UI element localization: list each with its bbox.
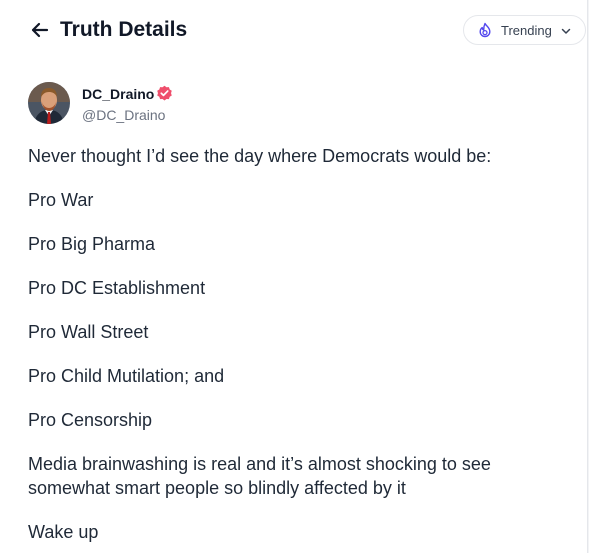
arrow-left-icon: [31, 22, 49, 38]
post-author: DC_Draino @DC_Draino: [28, 82, 328, 126]
post-paragraph: Never thought I’d see the day where Demo…: [28, 146, 492, 166]
author-display-name[interactable]: DC_Draino: [82, 86, 154, 102]
post-paragraph: Pro War: [28, 190, 94, 210]
post-paragraph: Pro DC Establishment: [28, 278, 206, 298]
post-paragraph: Pro Censorship: [28, 410, 153, 430]
post-paragraph: Pro Child Mutilation; and: [28, 366, 225, 386]
verified-badge-icon: [157, 85, 172, 101]
trending-label: Trending: [501, 23, 552, 38]
page-header: Truth Details Trending: [0, 0, 587, 60]
avatar[interactable]: [28, 82, 70, 124]
flame-icon: [479, 22, 491, 38]
post-paragraph: Media brainwashing is real and it’s almo…: [28, 454, 491, 498]
page-title: Truth Details: [60, 18, 188, 41]
back-button[interactable]: [28, 18, 52, 42]
post-paragraph: Pro Wall Street: [28, 322, 149, 342]
author-handle[interactable]: @DC_Draino: [82, 107, 165, 123]
post-paragraph: Pro Big Pharma: [28, 234, 156, 254]
truth-details-panel: Truth Details Trending DC_Draino @DC_Dra…: [0, 0, 588, 553]
post-body: Never thought I’d see the day where Demo…: [28, 144, 573, 553]
chevron-down-icon: [561, 28, 571, 34]
trending-dropdown-button[interactable]: Trending: [463, 15, 586, 45]
post-paragraph: Wake up: [28, 522, 99, 542]
